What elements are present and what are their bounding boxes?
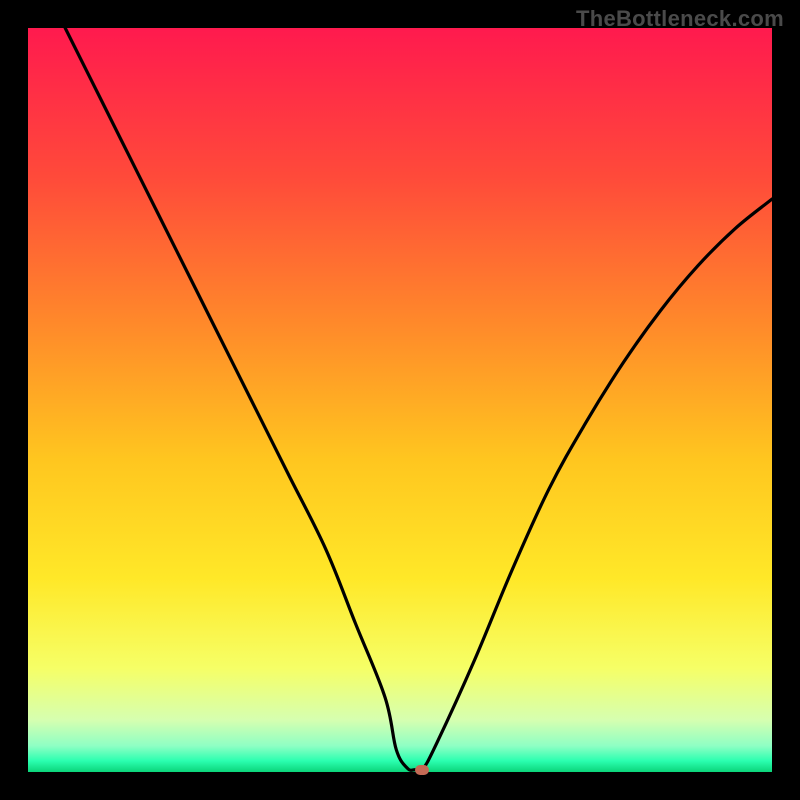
plot-svg [28, 28, 772, 772]
chart-frame: TheBottleneck.com [0, 0, 800, 800]
watermark-text: TheBottleneck.com [576, 6, 784, 32]
plot-area [28, 28, 772, 772]
gradient-background [28, 28, 772, 772]
optimal-point-marker [415, 765, 429, 775]
